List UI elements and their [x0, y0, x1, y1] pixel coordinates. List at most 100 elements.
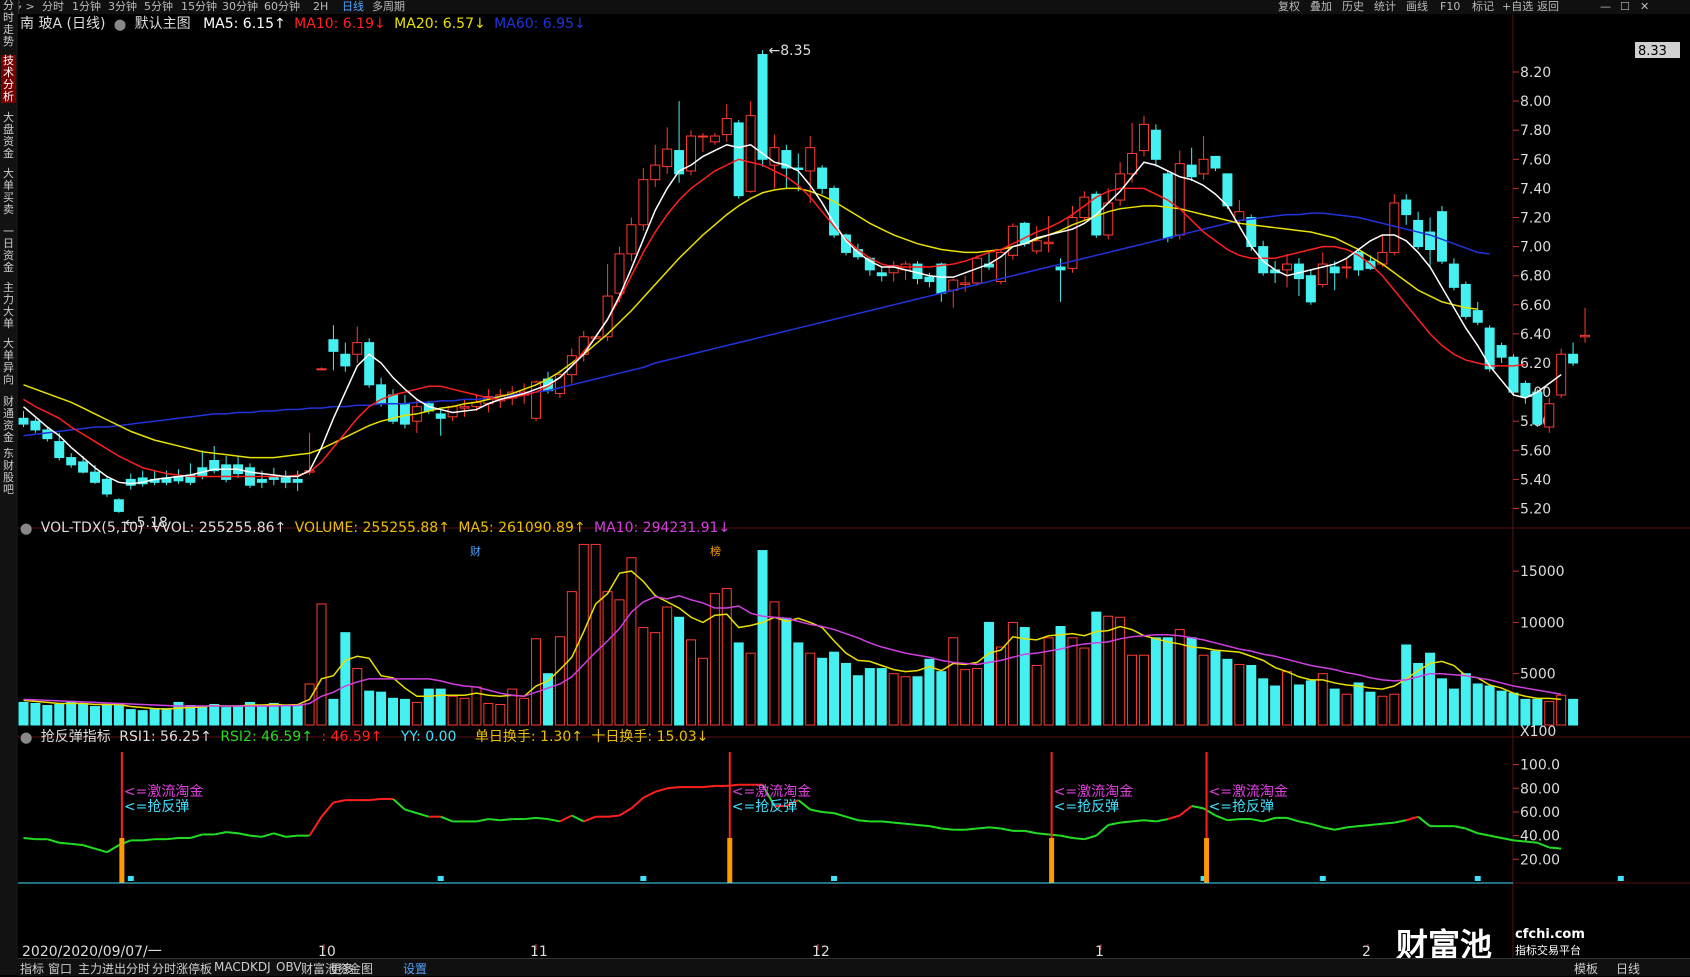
rsi-segment	[857, 819, 870, 823]
ma5-value: MA5: 6.15↑	[203, 16, 286, 32]
period-4[interactable]: 15分钟	[181, 0, 217, 14]
candle-body	[1580, 334, 1591, 338]
indicator-selector[interactable]: ⬤ 默认主图	[114, 16, 195, 32]
candle-body	[638, 179, 649, 226]
sidebar-tab-0[interactable]: 分时走势	[1, 0, 16, 48]
period-1[interactable]: 1分钟	[72, 0, 101, 14]
left-sidebar: 分时走势技术分析大盘资金大单买卖一日资金主力大单大单异向财通资金东财股吧	[0, 0, 19, 975]
candle-body	[101, 478, 112, 495]
volume-bar	[757, 550, 768, 726]
rsi-segment	[524, 816, 537, 821]
rsi-segment	[500, 818, 513, 822]
toolbar-7[interactable]: +自选	[1502, 0, 1533, 14]
sidebar-tab-7[interactable]: 财通资金	[1, 396, 16, 444]
rsi-segment	[285, 834, 298, 838]
volume-bar	[399, 698, 410, 726]
restore-icon[interactable]: ☐	[1620, 0, 1630, 14]
dropdown-icon[interactable]: ⬤	[20, 731, 32, 744]
sidebar-tab-8[interactable]: 东财股吧	[1, 448, 16, 496]
rsi-segment	[249, 834, 262, 838]
ma10-value: MA10: 6.19↓	[294, 16, 386, 32]
candle-body	[66, 457, 77, 466]
toolbar-2[interactable]: 历史	[1342, 0, 1364, 14]
rsi-segment	[535, 816, 549, 821]
volume-bar	[197, 706, 208, 726]
bottom-tab-9[interactable]: 设置	[403, 960, 427, 977]
volume-bar	[364, 690, 375, 726]
price-tick-label: 5.20	[1520, 502, 1551, 518]
rsi-segment	[893, 821, 906, 825]
volume-bar	[626, 557, 637, 726]
kline-chart[interactable]: 8.20 8.00 7.80 7.60 7.40 7.20 7.00 6.80 6.60 6.40…	[18, 14, 1690, 958]
price-tick-label: 7.20	[1520, 211, 1551, 227]
bottom-tab-2[interactable]: 主力进出分时	[78, 960, 150, 977]
sidebar-tab-3[interactable]: 大单买卖	[1, 168, 16, 216]
bottom-tab-4[interactable]: MACD	[214, 960, 250, 974]
bottom-tab-3[interactable]: 分时涨停板	[152, 960, 212, 977]
period-8[interactable]: 日线	[342, 0, 364, 14]
toolbar-3[interactable]: 统计	[1374, 0, 1396, 14]
rsi-indicator-name[interactable]: 抢反弹指标	[41, 729, 111, 745]
volume-bar	[280, 706, 291, 726]
volume-bar	[256, 705, 267, 726]
candle-body	[1007, 225, 1018, 256]
volume-bar	[995, 646, 1006, 726]
period-6[interactable]: 60分钟	[264, 0, 300, 14]
volume-bar	[554, 636, 565, 726]
rsi-segment	[226, 831, 239, 835]
rsi-segment	[488, 818, 501, 822]
dropdown-icon[interactable]: ⬤	[114, 18, 126, 31]
signal-dot	[1617, 876, 1624, 881]
rsi-segment	[1525, 840, 1538, 844]
period-2[interactable]: 3分钟	[108, 0, 137, 14]
dropdown-icon[interactable]: ⬤	[20, 522, 32, 535]
volume-bar	[1091, 611, 1102, 726]
rsi-segment	[1227, 818, 1240, 822]
sidebar-tab-2[interactable]: 大盘资金	[1, 112, 16, 160]
period-9[interactable]: 多周期	[372, 0, 405, 14]
toolbar-0[interactable]: 复权	[1278, 0, 1300, 14]
rsi-segment	[1513, 839, 1526, 843]
candle-body	[1329, 266, 1340, 274]
volume-bar	[435, 688, 446, 726]
sidebar-tab-5[interactable]: 主力大单	[1, 282, 16, 330]
toolbar-6[interactable]: 标记	[1472, 0, 1494, 14]
candle-body	[650, 164, 661, 181]
toolbar-1[interactable]: 叠加	[1310, 0, 1332, 14]
volume-indicator-name[interactable]: VOL-TDX(5,10)	[41, 520, 144, 536]
toolbar-4[interactable]: 画线	[1406, 0, 1428, 14]
bottom-tab-1[interactable]: 窗口	[48, 960, 72, 977]
finance-marker[interactable]: 财	[470, 544, 481, 558]
rsi-segment	[1072, 837, 1085, 841]
bottom-right-0[interactable]: 模板	[1574, 960, 1598, 977]
volume-bar	[1448, 688, 1459, 726]
period-5[interactable]: 30分钟	[222, 0, 258, 14]
bottom-tab-8[interactable]: 更多	[330, 960, 354, 977]
price-tick-label: 8.20	[1520, 65, 1551, 81]
candle-body	[435, 413, 446, 419]
rsi-segment	[881, 820, 894, 824]
price-tick-label: 7.80	[1520, 123, 1551, 139]
volume-bar	[709, 593, 720, 726]
bottom-tab-bar: 指标 窗口 主力进出分时 分时涨停板 MACD KDJ OBV 财富池资金图 更多 设置 模板 日线	[18, 958, 1690, 976]
toolbar-8[interactable]: 返回	[1537, 0, 1559, 14]
minimize-icon[interactable]: —	[1600, 0, 1611, 14]
period-3[interactable]: 5分钟	[144, 0, 173, 14]
bottom-tab-0[interactable]: 指标	[20, 960, 44, 977]
bottom-right-1[interactable]: 日线	[1616, 960, 1640, 977]
rsi-segment	[369, 797, 382, 802]
period-7[interactable]: 2H	[313, 0, 328, 14]
bottom-tab-5[interactable]: KDJ	[250, 960, 271, 974]
candle-body	[1282, 263, 1293, 271]
period-0[interactable]: 分时	[42, 0, 64, 14]
sidebar-tab-4[interactable]: 一日资金	[1, 226, 16, 274]
rsi-segment	[1036, 832, 1049, 836]
close-icon[interactable]: ✕	[1640, 0, 1649, 14]
sidebar-tab-6[interactable]: 大单异向	[1, 338, 16, 386]
bottom-tab-6[interactable]: OBV	[276, 960, 302, 974]
rsi-tick-label: 100.0	[1520, 758, 1560, 774]
sidebar-tab-1[interactable]: 技术分析	[1, 55, 16, 103]
stock-name[interactable]: 南 玻A (日线)	[20, 16, 105, 32]
toolbar-5[interactable]: F10	[1440, 0, 1460, 14]
rank-marker[interactable]: 榜	[710, 544, 721, 558]
